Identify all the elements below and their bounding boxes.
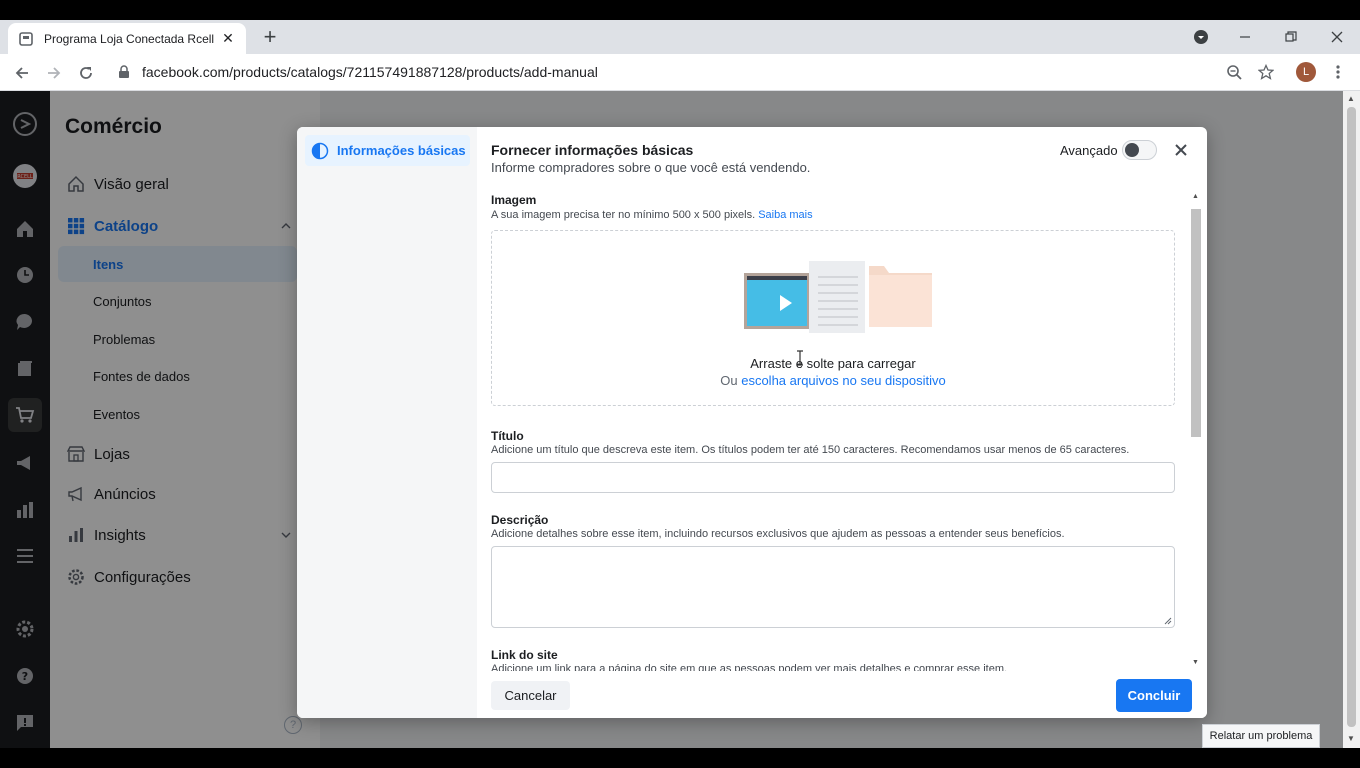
dialog-scrollbar[interactable]: ▲ ▼	[1189, 191, 1203, 671]
window-close-icon[interactable]	[1326, 26, 1348, 48]
page-scrollbar-thumb[interactable]	[1347, 107, 1356, 727]
scroll-up-arrow-icon[interactable]: ▲	[1347, 94, 1355, 103]
resize-handle-icon[interactable]	[1164, 617, 1172, 625]
dialog-scroll-down-icon[interactable]: ▼	[1192, 659, 1199, 666]
tab-search-icon[interactable]	[1190, 26, 1212, 48]
half-circle-progress-icon	[311, 142, 329, 159]
link-field-help: Adicione um link para a página do site e…	[491, 663, 1008, 671]
image-help-text: A sua imagem precisa ter no mínimo 500 x…	[491, 209, 756, 221]
back-arrow-icon[interactable]	[10, 61, 34, 85]
text-cursor-icon	[797, 350, 803, 366]
minimize-icon[interactable]	[1234, 26, 1256, 48]
add-item-dialog: Informações básicas Fornecer informações…	[297, 127, 1207, 718]
step-label: Informações básicas	[337, 143, 466, 158]
dialog-steps-panel: Informações básicas	[297, 127, 477, 718]
tab-title: Programa Loja Conectada Rcell	[44, 31, 215, 46]
page-scrollbar[interactable]: ▲ ▼	[1343, 91, 1360, 748]
image-dropzone[interactable]: Arraste e solte para carregar Ou escolha…	[491, 230, 1175, 406]
title-input[interactable]	[491, 462, 1175, 493]
browser-toolbar: facebook.com/products/catalogs/721157491…	[0, 54, 1360, 91]
profile-avatar[interactable]: L	[1296, 62, 1316, 82]
cancel-button[interactable]: Cancelar	[491, 681, 570, 710]
image-label: Imagem	[491, 193, 537, 207]
advanced-label: Avançado	[1060, 143, 1118, 158]
os-top-bar	[0, 0, 1360, 20]
toggle-knob	[1125, 143, 1139, 157]
close-icon[interactable]	[1171, 140, 1191, 160]
dialog-form-panel: Fornecer informações básicas Informe com…	[477, 127, 1207, 718]
step-basic-info[interactable]: Informações básicas	[305, 135, 470, 166]
link-field-label: Link do site	[491, 648, 558, 662]
browser-menu-icon[interactable]	[1328, 62, 1348, 82]
reload-icon[interactable]	[74, 61, 98, 85]
address-bar[interactable]: facebook.com/products/catalogs/721157491…	[142, 64, 598, 80]
advanced-toggle[interactable]	[1122, 140, 1157, 160]
description-field-help: Adicione detalhes sobre esse item, inclu…	[491, 528, 1065, 540]
image-help: A sua imagem precisa ter no mínimo 500 x…	[491, 209, 813, 221]
browser-tab[interactable]: Programa Loja Conectada Rcell ✕	[8, 23, 246, 54]
dialog-scrollbar-thumb[interactable]	[1191, 209, 1201, 437]
dialog-footer: Cancelar Concluir	[477, 671, 1207, 718]
bookmark-star-icon[interactable]	[1256, 62, 1276, 82]
lock-icon[interactable]	[114, 62, 134, 82]
forward-arrow-icon[interactable]	[42, 61, 66, 85]
dialog-scroll-up-icon[interactable]: ▲	[1192, 193, 1199, 200]
description-textarea[interactable]	[491, 546, 1175, 628]
dialog-title: Fornecer informações básicas	[491, 142, 694, 158]
report-problem-button[interactable]: Relatar um problema	[1202, 724, 1320, 748]
choose-files-line: Ou escolha arquivos no seu dispositivo	[492, 373, 1174, 388]
dialog-body: Imagem A sua imagem precisa ter no mínim…	[477, 189, 1189, 671]
sidebar-help-icon[interactable]: ?	[284, 716, 302, 734]
title-field-label: Título	[491, 429, 524, 443]
description-field-label: Descrição	[491, 513, 549, 527]
learn-more-link[interactable]: Saiba mais	[758, 209, 812, 221]
scroll-down-arrow-icon[interactable]: ▼	[1347, 734, 1355, 743]
drop-instruction: Arraste e solte para carregar	[750, 356, 916, 371]
page-favicon-icon	[18, 31, 34, 47]
tab-strip: Programa Loja Conectada Rcell ✕ +	[0, 20, 1360, 54]
new-tab-button[interactable]: +	[258, 26, 282, 50]
dialog-subtitle: Informe compradores sobre o que você est…	[491, 160, 811, 175]
done-button[interactable]: Concluir	[1116, 679, 1192, 712]
restore-icon[interactable]	[1280, 26, 1302, 48]
zoom-icon[interactable]	[1224, 62, 1244, 82]
choose-files-link[interactable]: escolha arquivos no seu dispositivo	[741, 373, 946, 388]
media-upload-illustration-icon	[744, 261, 932, 333]
title-field-help: Adicione um título que descreva este ite…	[491, 444, 1130, 456]
or-text: Ou	[720, 373, 738, 388]
tab-close-icon[interactable]: ✕	[220, 30, 236, 47]
